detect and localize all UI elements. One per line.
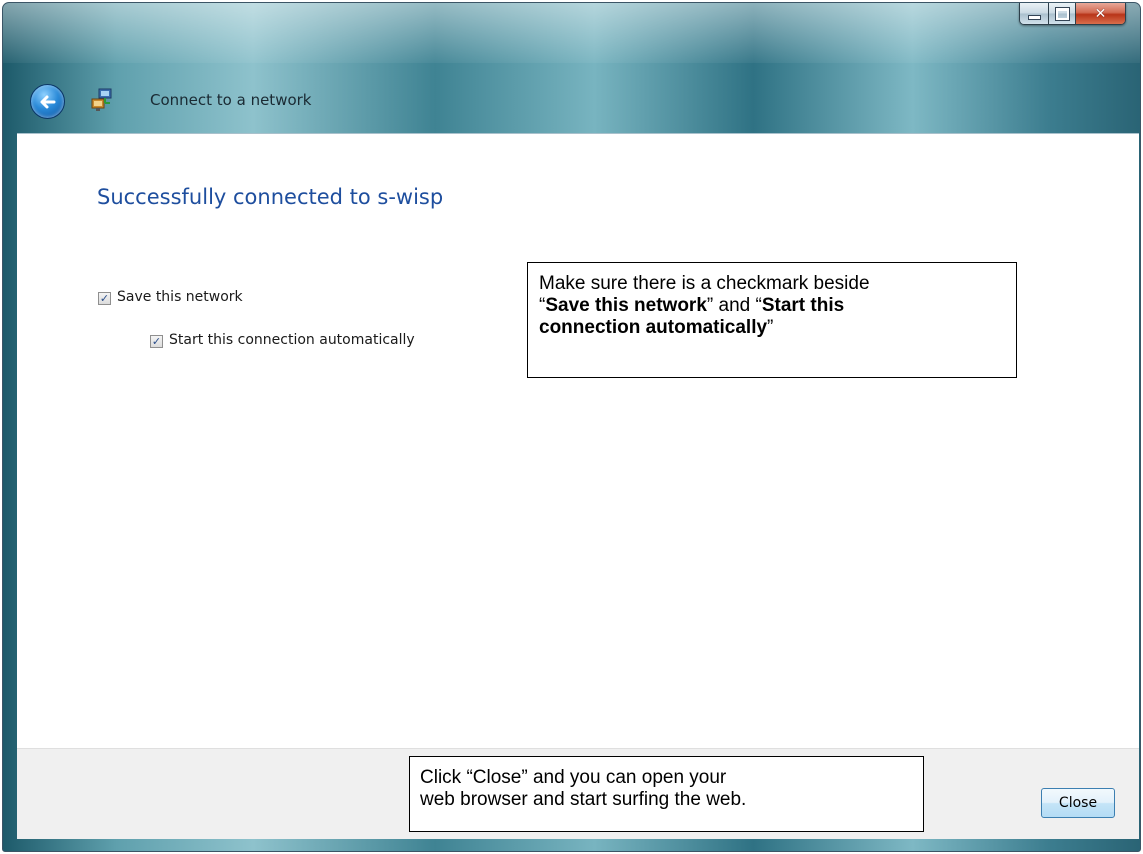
save-network-label[interactable]: Save this network — [117, 289, 243, 305]
callout-text: ” and “ — [706, 295, 762, 316]
close-window-button[interactable]: ✕ — [1076, 3, 1125, 24]
callout-line: “Save this network” and “Start this — [539, 295, 1016, 317]
network-icon — [91, 88, 112, 111]
start-automatically-label[interactable]: Start this connection automatically — [169, 332, 415, 348]
callout-line: Make sure there is a checkmark beside — [539, 273, 870, 294]
back-button[interactable] — [30, 84, 65, 119]
page-heading: Successfully connected to s-wisp — [97, 185, 444, 209]
callout-line: connection automatically” — [539, 317, 1016, 339]
instruction-callout-checkmark: Make sure there is a checkmark beside “S… — [527, 262, 1017, 378]
back-arrow-icon — [40, 95, 55, 108]
callout-line: Click “Close” and you can open your — [420, 767, 727, 788]
close-button[interactable]: Close — [1041, 788, 1115, 818]
instruction-callout-close: Click “Close” and you can open your web … — [409, 756, 924, 832]
quote-mark: ” — [767, 317, 774, 338]
content-area — [17, 133, 1139, 749]
caption-buttons: ✕ — [1019, 3, 1126, 25]
callout-line: web browser and start surfing the web. — [420, 789, 747, 810]
minimize-icon — [1027, 14, 1041, 20]
window-title: Connect to a network — [150, 91, 312, 109]
title-bar — [3, 3, 1140, 63]
callout-bold-text: Save this network — [545, 295, 707, 316]
checkmark-icon: ✓ — [99, 292, 110, 305]
save-network-checkbox[interactable]: ✓ — [98, 292, 111, 305]
checkmark-icon: ✓ — [151, 335, 162, 348]
maximize-icon — [1054, 6, 1070, 21]
minimize-button[interactable] — [1020, 3, 1049, 24]
callout-bold-text: Start this — [761, 295, 845, 316]
close-icon: ✕ — [1094, 5, 1107, 22]
maximize-button[interactable] — [1049, 3, 1076, 24]
callout-bold-text: connection automatically — [539, 317, 768, 338]
start-automatically-checkbox[interactable]: ✓ — [150, 335, 163, 348]
